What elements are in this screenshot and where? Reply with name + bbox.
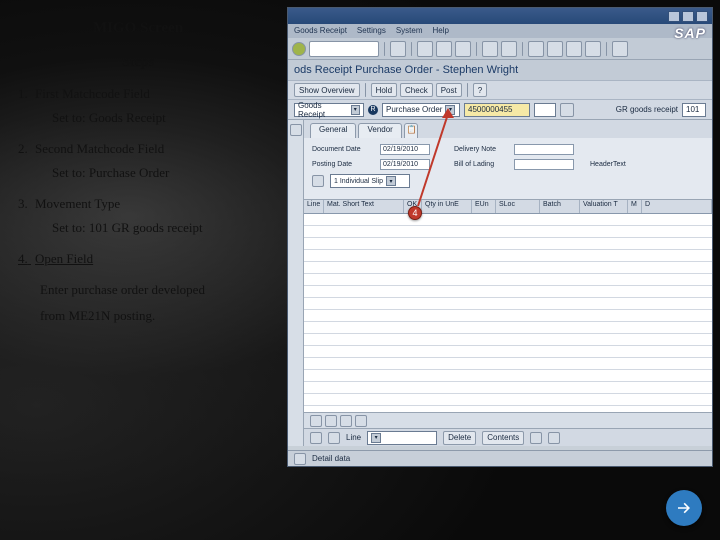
chevron-down-icon: ▾	[386, 176, 396, 186]
menu-system[interactable]: System	[396, 26, 423, 36]
item-grid-header: Line Mat. Short Text OK Qty in UnE EUn S…	[304, 200, 712, 214]
post-date-label: Posting Date	[312, 161, 374, 168]
line-label: Line	[346, 433, 361, 442]
sap-window: Goods Receipt Settings System Help SAP o…	[287, 7, 713, 467]
help-button[interactable]: ?	[473, 83, 487, 97]
sap-logo: SAP	[674, 25, 706, 41]
window-titlebar	[288, 8, 712, 24]
grid-nav	[304, 412, 712, 428]
post-button[interactable]: Post	[436, 83, 462, 97]
slip-dropdown[interactable]: 1 Individual Slip▾	[330, 174, 410, 188]
window-max-button[interactable]	[682, 11, 694, 22]
first-page-icon[interactable]	[528, 41, 544, 57]
header-form: Document Date 02/19/2010 Delivery Note P…	[304, 138, 712, 200]
doc-date-label: Document Date	[312, 146, 374, 153]
status-text: Detail data	[312, 454, 350, 463]
contents-button[interactable]: Contents	[482, 431, 524, 445]
step-4-detail: Enter purchase order developed from ME21…	[40, 282, 280, 324]
delivery-note-field[interactable]	[514, 144, 574, 155]
step-1: 1. First Matchcode Field Set to: Goods R…	[18, 85, 280, 126]
window-title-text	[292, 12, 294, 21]
next-page-icon[interactable]	[566, 41, 582, 57]
post-date-field[interactable]: 02/19/2010	[380, 159, 430, 170]
doc-date-field[interactable]: 02/19/2010	[380, 144, 430, 155]
delivery-note-label: Delivery Note	[454, 146, 508, 153]
command-field[interactable]	[309, 41, 379, 57]
help-icon[interactable]	[612, 41, 628, 57]
app-toolbar: Show Overview Hold Check Post ?	[288, 80, 712, 100]
check-button[interactable]: Check	[400, 83, 433, 97]
bill-lading-field[interactable]	[514, 159, 574, 170]
callout-4: 4	[408, 206, 422, 220]
window-min-button[interactable]	[668, 11, 680, 22]
movement-type-field[interactable]: 101	[682, 103, 706, 117]
chevron-down-icon: ▾	[351, 105, 360, 115]
window-close-button[interactable]	[696, 11, 708, 22]
action-row: Goods Receipt▾ R Purchase Order▾ 4500000…	[288, 100, 712, 120]
hold-button[interactable]: Hold	[371, 83, 397, 97]
ref-indicator: R	[368, 105, 378, 115]
menu-settings[interactable]: Settings	[357, 26, 386, 36]
back-icon[interactable]	[417, 41, 433, 57]
steps-heading: Steps	[18, 55, 258, 71]
delete-button[interactable]: Delete	[443, 431, 476, 445]
step-4: 4. Open Field	[18, 250, 280, 268]
transaction-heading: ods Receipt Purchase Order - Stephen Wri…	[288, 60, 712, 80]
collapse-icon	[290, 124, 302, 136]
item-misc-icon[interactable]	[530, 432, 542, 444]
item-grid[interactable]	[304, 214, 712, 412]
tab-general[interactable]: General	[310, 123, 356, 138]
refdoc-dropdown[interactable]: Purchase Order▾	[382, 103, 460, 117]
grid-last-icon[interactable]	[355, 415, 367, 427]
tab-vendor[interactable]: Vendor	[358, 123, 401, 138]
steps-list: 1. First Matchcode Field Set to: Goods R…	[18, 85, 280, 268]
detail-toggle-icon[interactable]	[294, 453, 306, 465]
print-icon[interactable]	[482, 41, 498, 57]
save-icon[interactable]	[390, 41, 406, 57]
step-3: 3. Movement Type Set to: 101 GR goods re…	[18, 195, 280, 236]
execute-icon[interactable]	[560, 103, 574, 117]
exit-icon[interactable]	[436, 41, 452, 57]
line-selector[interactable]: ▾	[367, 431, 437, 445]
select-all-icon[interactable]	[310, 432, 322, 444]
instruction-panel: MIGO Screen Steps 1. First Matchcode Fie…	[0, 20, 280, 334]
menu-bar: Goods Receipt Settings System Help	[288, 24, 712, 38]
step-2: 2. Second Matchcode Field Set to: Purcha…	[18, 140, 280, 181]
grid-prev-icon[interactable]	[325, 415, 337, 427]
arrow-right-icon	[675, 499, 693, 517]
standard-toolbar	[288, 38, 712, 60]
bill-lading-label: Bill of Lading	[454, 161, 508, 168]
cancel-icon[interactable]	[455, 41, 471, 57]
prev-page-icon[interactable]	[547, 41, 563, 57]
action-dropdown[interactable]: Goods Receipt▾	[294, 103, 364, 117]
find-icon[interactable]	[501, 41, 517, 57]
item-misc2-icon[interactable]	[548, 432, 560, 444]
movement-type-label: GR goods receipt	[616, 105, 678, 114]
tab-more-icon[interactable]: 📋	[404, 123, 418, 138]
deselect-all-icon[interactable]	[328, 432, 340, 444]
header-text-label: HeaderText	[590, 161, 626, 168]
chevron-down-icon: ▾	[371, 433, 381, 443]
menu-help[interactable]: Help	[433, 26, 449, 36]
show-overview-button[interactable]: Show Overview	[294, 83, 360, 97]
print-slip-icon[interactable]	[312, 175, 324, 187]
grid-next-icon[interactable]	[340, 415, 352, 427]
next-slide-button[interactable]	[666, 490, 702, 526]
left-side-toggle[interactable]	[288, 120, 304, 446]
item-toolbar: Line ▾ Delete Contents	[304, 428, 712, 446]
header-tabs: General Vendor 📋	[304, 120, 712, 138]
po-number-field[interactable]: 4500000455	[464, 103, 530, 117]
last-page-icon[interactable]	[585, 41, 601, 57]
chevron-down-icon: ▾	[445, 105, 455, 115]
menu-goods-receipt[interactable]: Goods Receipt	[294, 26, 347, 36]
enter-icon[interactable]	[292, 42, 306, 56]
po-item-field[interactable]	[534, 103, 556, 117]
page-title: MIGO Screen	[18, 20, 258, 37]
grid-first-icon[interactable]	[310, 415, 322, 427]
status-bar: Detail data	[288, 450, 712, 466]
